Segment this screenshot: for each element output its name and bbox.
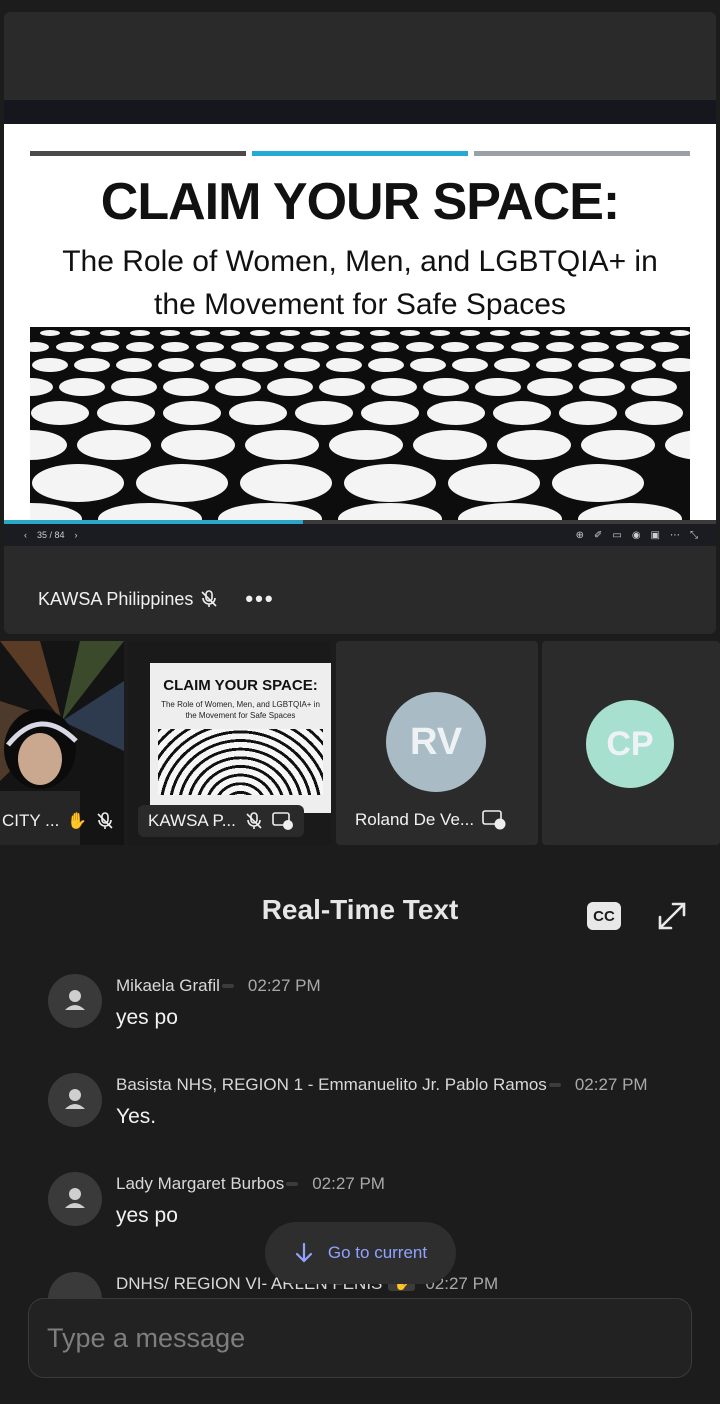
presentation-stage[interactable]: CLAIM YOUR SPACE: The Role of Women, Men…: [4, 12, 716, 634]
avatar: RV: [386, 692, 486, 792]
go-to-current-label: Go to current: [327, 1243, 428, 1262]
avatar: [48, 1073, 102, 1127]
thumbnail-image: [158, 729, 323, 795]
slide-subtitle: The Role of Women, Men, and LGBTQIA+ in …: [24, 240, 696, 326]
avatar: [48, 974, 102, 1028]
message-time: 02:27 PM: [247, 976, 321, 995]
tile-label: Roland De Ve...: [355, 809, 506, 831]
presenter-info: KAWSA Philippines •••: [38, 586, 275, 612]
collapse-icon[interactable]: ⤡: [690, 530, 698, 541]
message-item: Lady Margaret Burbos 02:27 PM yes po: [48, 1172, 708, 1228]
message-item: Mikaela Grafil 02:27 PM yes po: [48, 974, 708, 1030]
participant-tile[interactable]: CITY ... ✋: [0, 641, 124, 845]
shared-slide: CLAIM YOUR SPACE: The Role of Women, Men…: [4, 124, 716, 520]
slide-toolbar: ‹ 35 / 84 › ⊕ ✐ ▭ ◉ ▣ ⋯ ⤡: [4, 524, 716, 546]
slide-subtitle-line: the Movement for Safe Spaces: [154, 288, 566, 321]
pointer-icon[interactable]: ✐: [594, 530, 602, 541]
mic-off-icon: [97, 812, 113, 829]
participant-tile[interactable]: CP: [542, 641, 720, 845]
shared-slide-thumbnail: CLAIM YOUR SPACE: The Role of Women, Men…: [150, 663, 331, 813]
participant-name: CITY ...: [2, 811, 60, 830]
message-input-placeholder: Type a message: [47, 1322, 246, 1353]
arrow-down-icon: [295, 1242, 312, 1263]
message-time: 02:27 PM: [574, 1075, 648, 1094]
message-text: Yes.: [116, 1105, 157, 1128]
expand-icon[interactable]: [656, 900, 688, 932]
avatar-initials: CP: [606, 724, 654, 763]
slide-subtitle-line: The Role of Women, Men, and LGBTQIA+ in: [62, 245, 658, 278]
avatar-initials: RV: [409, 720, 463, 763]
cc-button[interactable]: CC: [587, 902, 621, 930]
zoom-icon[interactable]: ⊕: [576, 530, 584, 541]
avatar: [48, 1172, 102, 1226]
participant-name: Roland De Ve...: [355, 810, 475, 829]
mic-off-icon: [246, 812, 262, 829]
go-to-current-button[interactable]: Go to current: [265, 1222, 456, 1284]
participant-name: KAWSA P...: [148, 811, 236, 830]
accent-bar: [252, 151, 468, 156]
message-sender: Mikaela Grafil: [116, 976, 220, 995]
more-icon[interactable]: ⋯: [670, 530, 680, 541]
slide-top-band: [4, 100, 716, 124]
presenter-name: KAWSA Philippines: [38, 588, 194, 609]
layout-icon[interactable]: ▣: [651, 530, 660, 541]
screen-share-icon: [272, 812, 293, 830]
cc-label: CC: [593, 907, 615, 925]
avatar: [48, 1272, 102, 1298]
participant-tile[interactable]: CLAIM YOUR SPACE: The Role of Women, Men…: [128, 641, 331, 845]
slide-accent-bars: [30, 151, 690, 156]
raise-hand-icon: ✋: [67, 813, 88, 830]
mic-off-icon: [201, 590, 217, 607]
person-icon: [65, 1188, 85, 1208]
message-sender: Basista NHS, REGION 1 - Emmanuelito Jr. …: [116, 1075, 547, 1094]
avatar: CP: [586, 700, 674, 788]
message-item: Basista NHS, REGION 1 - Emmanuelito Jr. …: [48, 1073, 708, 1129]
tile-label: KAWSA P...: [138, 805, 304, 837]
tile-label: CITY ... ✋: [2, 811, 115, 831]
participant-tile[interactable]: RV Roland De Ve...: [336, 641, 538, 845]
message-input[interactable]: Type a message: [28, 1298, 692, 1378]
person-icon: [65, 990, 85, 1010]
disc-pattern-graphic: [30, 330, 690, 520]
page-indicator: 35 / 84: [37, 530, 65, 540]
screen-share-icon: [482, 810, 506, 830]
thumbnail-subtitle: The Role of Women, Men, and LGBTQIA+ in …: [161, 700, 320, 720]
chevron-right-icon[interactable]: ›: [75, 530, 78, 540]
message-text: yes po: [116, 1006, 178, 1029]
message-time: 02:27 PM: [312, 1174, 385, 1193]
keyboard-icon[interactable]: ▭: [612, 530, 621, 541]
person-icon: [65, 1089, 85, 1109]
slide-title: CLAIM YOUR SPACE:: [100, 173, 620, 231]
chevron-left-icon[interactable]: ‹: [24, 530, 27, 540]
message-sender: Lady Margaret Burbos: [116, 1174, 285, 1193]
slide-disc-image: [30, 327, 690, 520]
accent-bar: [474, 151, 690, 156]
thumbnail-title: CLAIM YOUR SPACE:: [163, 677, 318, 694]
more-options-button[interactable]: •••: [245, 586, 274, 612]
broadcast-icon[interactable]: ◉: [632, 530, 641, 541]
accent-bar: [30, 151, 246, 156]
